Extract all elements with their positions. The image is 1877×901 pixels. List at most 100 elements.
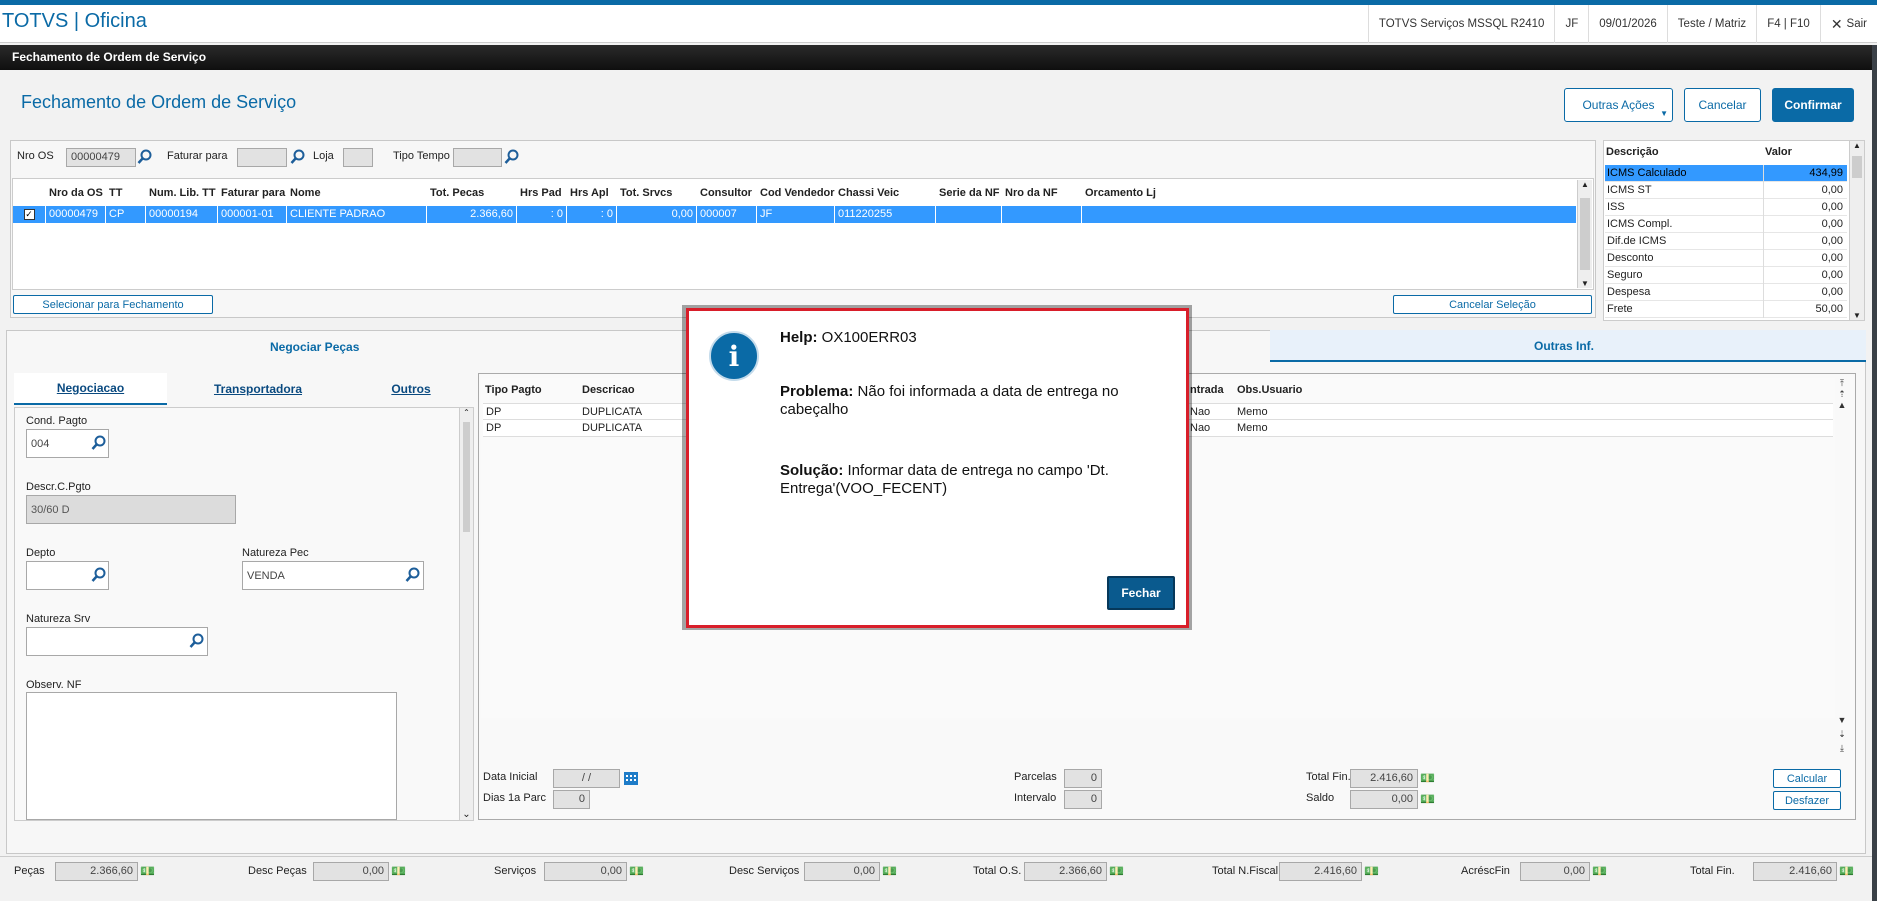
desfazer-button[interactable]: Desfazer <box>1773 791 1841 810</box>
nro-os-field[interactable]: 00000479 <box>66 148 136 167</box>
tax-desc: ICMS Calculado <box>1607 167 1687 179</box>
cell-tipo: DP <box>486 422 502 434</box>
money-icon: 💵 <box>1420 771 1435 785</box>
cell-obs: Memo <box>1237 406 1268 418</box>
subtab-negociacao[interactable]: Negociacao <box>14 373 167 405</box>
money-icon: 💵 <box>1839 864 1854 878</box>
col-descricao: Descricao <box>582 384 635 396</box>
col-header: Tot. Pecas <box>430 187 485 199</box>
calendar-icon[interactable] <box>623 770 639 786</box>
tab-negociar-pecas[interactable]: Negociar Peças <box>270 340 359 354</box>
chevron-up-icon[interactable]: ▲ <box>1578 180 1592 189</box>
faturar-field[interactable] <box>237 148 287 167</box>
tax-row[interactable]: Desconto 0,00 <box>1605 250 1847 267</box>
tipo-tempo-label: Tipo Tempo <box>393 150 450 162</box>
select-for-closing-button[interactable]: Selecionar para Fechamento <box>13 295 213 314</box>
col-entrada: ntrada <box>1190 384 1224 396</box>
tax-row[interactable]: Despesa 0,00 <box>1605 284 1847 301</box>
scroll-bottom-icon[interactable]: ⤓ <box>1835 743 1849 754</box>
tax-row[interactable]: Dif.de ICMS 0,00 <box>1605 233 1847 250</box>
company-label[interactable]: Teste / Matriz <box>1666 5 1756 43</box>
chevron-down-icon[interactable]: ⌄ <box>460 809 473 820</box>
calcular-button[interactable]: Calcular <box>1773 769 1841 788</box>
cell-obs: Memo <box>1237 422 1268 434</box>
dias-1a-parc-field[interactable]: 0 <box>553 790 590 809</box>
tax-row[interactable]: ISS 0,00 <box>1605 199 1847 216</box>
os-table-scrollbar[interactable]: ▲ ▼ <box>1577 180 1592 288</box>
search-icon[interactable] <box>290 149 306 165</box>
scroll-up-icon[interactable]: ⇡ <box>1835 389 1849 400</box>
chevron-down-icon[interactable]: ▼ <box>1835 715 1849 725</box>
intervalo-field[interactable]: 0 <box>1064 790 1102 809</box>
scroll-thumb[interactable] <box>463 422 470 532</box>
footer-value: 0,00 <box>804 862 880 881</box>
scroll-top-icon[interactable]: ⤒ <box>1835 378 1849 389</box>
tax-col-divider <box>1763 182 1764 199</box>
payment-scrollbar[interactable]: ⤒ ⇡ ▲ ▼ ⇣ ⤓ <box>1835 378 1849 758</box>
cell-tot-srvcs: 0,00 <box>617 206 697 223</box>
environment-label: TOTVS Serviços MSSQL R2410 <box>1367 5 1555 43</box>
confirm-button[interactable]: Confirmar <box>1772 88 1854 122</box>
form-scrollbar[interactable]: ⌃ ⌄ <box>459 408 473 820</box>
col-header: Nro da OS <box>49 187 103 199</box>
row-checkbox[interactable]: ✓ <box>13 206 46 223</box>
chevron-up-icon[interactable]: ▲ <box>1835 400 1849 410</box>
chevron-up-icon[interactable]: ▲ <box>1850 141 1864 150</box>
tax-row[interactable]: ICMS Calculado 434,99 <box>1605 165 1847 182</box>
search-icon[interactable] <box>405 567 421 583</box>
table-row[interactable]: ✓ 00000479 CP 00000194 000001-01 CLIENTE… <box>13 206 1576 223</box>
tax-row[interactable]: Frete 50,00 <box>1605 301 1847 318</box>
tax-desc: ISS <box>1607 201 1625 213</box>
solution-line: Solução: Informar data de entrega no cam… <box>780 462 1170 498</box>
subtab-outros[interactable]: Outros <box>350 373 472 405</box>
search-icon[interactable] <box>91 435 107 451</box>
observ-nf-textarea[interactable] <box>26 692 397 820</box>
exit-button[interactable]: ✕ Sair <box>1819 5 1877 43</box>
col-header: Faturar para <box>221 187 286 199</box>
tax-row[interactable]: Seguro 0,00 <box>1605 267 1847 284</box>
footer-value: 2.416,60 <box>1279 862 1362 881</box>
natureza-pec-label: Natureza Pec <box>242 547 309 559</box>
subtab-transportadora[interactable]: Transportadora <box>183 373 333 405</box>
cancel-selection-button[interactable]: Cancelar Seleção <box>1393 295 1592 314</box>
tax-value: 0,00 <box>1821 286 1843 298</box>
search-icon[interactable] <box>137 149 153 165</box>
tax-row[interactable]: ICMS Compl. 0,00 <box>1605 216 1847 233</box>
chevron-down-icon[interactable]: ▼ <box>1578 279 1592 288</box>
tab-outras-inf-label[interactable]: Outras Inf. <box>1534 339 1594 353</box>
descr-cpgto-field: 30/60 D <box>26 495 236 524</box>
tax-col-divider <box>1763 165 1764 182</box>
col-tipo-pagto: Tipo Pagto <box>485 384 542 396</box>
tax-scrollbar[interactable]: ▲ ▼ <box>1849 141 1864 320</box>
col-header: Hrs Apl <box>570 187 609 199</box>
scroll-down-icon[interactable]: ⇣ <box>1835 729 1849 740</box>
col-header: Tot. Srvcs <box>620 187 673 199</box>
problem-line: Problema: Não foi informada a data de en… <box>780 383 1170 419</box>
loja-field[interactable] <box>343 148 373 167</box>
tax-desc: Desconto <box>1607 252 1654 264</box>
natureza-pec-field[interactable]: VENDA <box>242 561 424 590</box>
tax-col-divider <box>1763 250 1764 267</box>
natureza-srv-field[interactable] <box>26 627 208 656</box>
scroll-thumb[interactable] <box>1580 198 1590 270</box>
parcelas-field[interactable]: 0 <box>1064 769 1102 788</box>
search-icon[interactable] <box>504 149 520 165</box>
nro-os-label: Nro OS <box>17 150 54 162</box>
cancel-button[interactable]: Cancelar <box>1684 88 1761 122</box>
chevron-down-icon: ▼ <box>1660 109 1668 118</box>
cell-vendedor: JF <box>757 206 835 223</box>
close-button[interactable]: Fechar <box>1107 576 1175 610</box>
cell-hrs-pad: : 0 <box>517 206 567 223</box>
more-actions-button[interactable]: Outras Ações ▼ <box>1564 88 1673 122</box>
data-inicial-field[interactable]: / / <box>553 769 620 788</box>
tipo-tempo-field[interactable] <box>453 148 502 167</box>
shortcuts-label[interactable]: F4 | F10 <box>1756 5 1820 43</box>
chevron-up-icon[interactable]: ⌃ <box>460 408 473 417</box>
tax-row[interactable]: ICMS ST 0,00 <box>1605 182 1847 199</box>
close-icon: ✕ <box>1830 15 1843 32</box>
chevron-down-icon[interactable]: ▼ <box>1850 311 1864 320</box>
info-icon: i <box>709 331 759 381</box>
search-icon[interactable] <box>91 567 107 583</box>
scroll-thumb[interactable] <box>1852 156 1862 178</box>
search-icon[interactable] <box>189 633 205 649</box>
